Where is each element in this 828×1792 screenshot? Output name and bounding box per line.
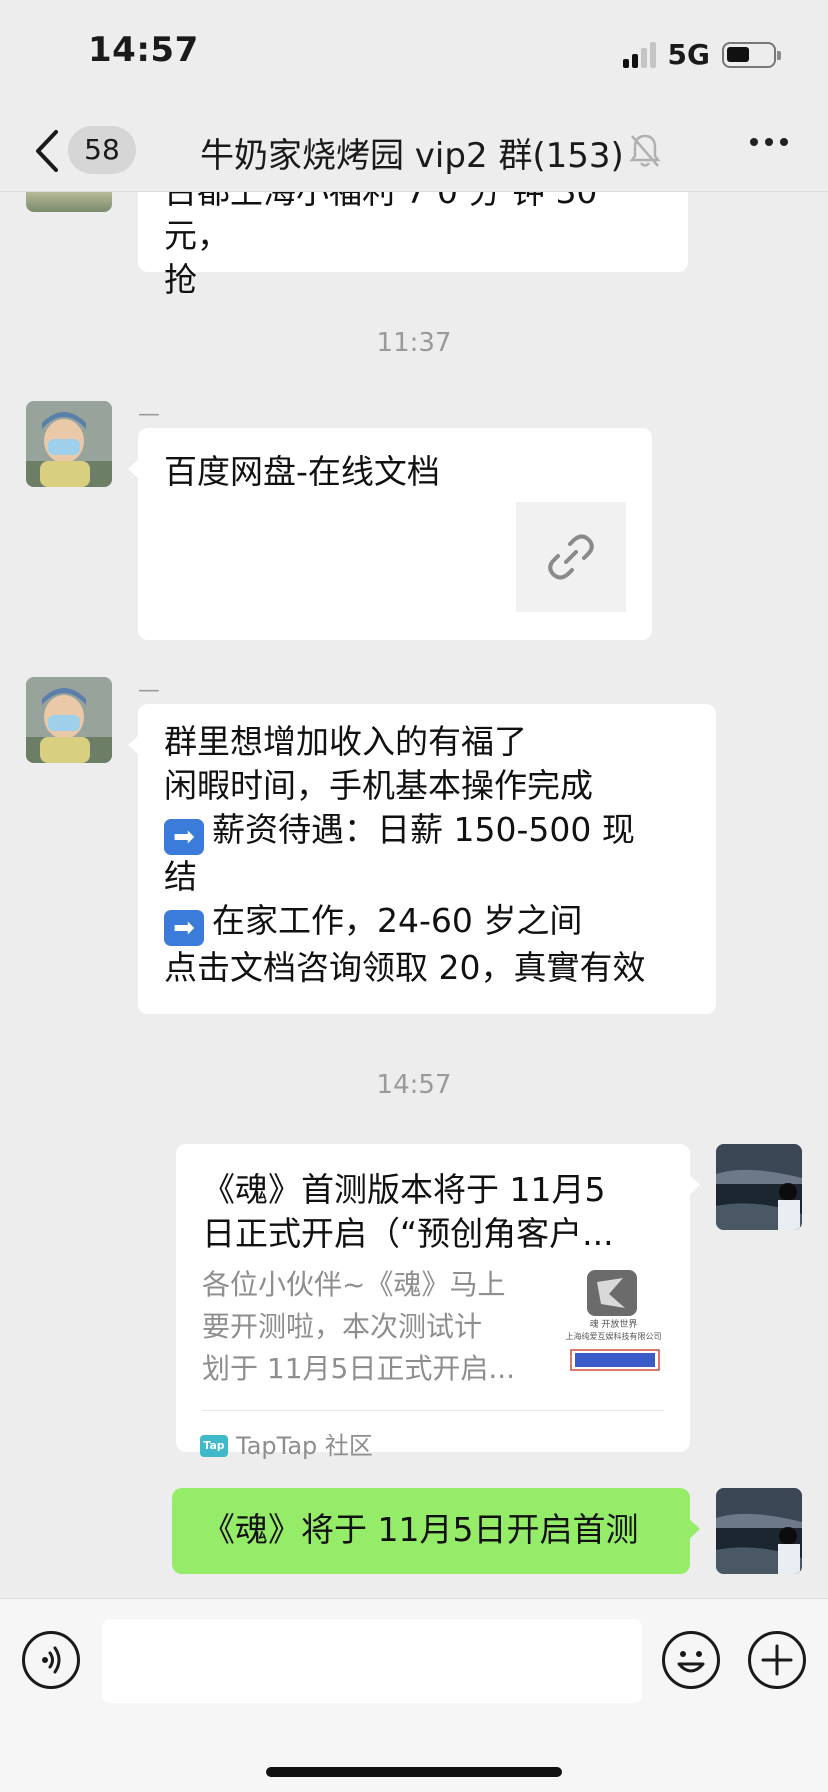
avatar-photo (26, 401, 112, 487)
message-text: 抢 (164, 260, 197, 299)
message-text: 古都上海小福利 7 0 分 钟 30元， (164, 192, 597, 255)
chat-title[interactable]: 牛奶家烧烤园 vip2 群(153) (200, 128, 624, 177)
card-image-caption: 魂 开放世界 (589, 1320, 638, 1330)
input-bar (0, 1598, 828, 1792)
status-indicators: 5G (622, 38, 781, 71)
message-line: 群里想增加收入的有福了 (164, 722, 527, 761)
card-description: 各位小伙伴~《魂》马上 要开测啦，本次测试计 划于 11月5日正式开启... (202, 1268, 516, 1385)
more-options-button[interactable] (750, 138, 788, 146)
status-bar: 14:57 5G (0, 0, 828, 110)
message-bubble[interactable]: 古都上海小福利 7 0 分 钟 30元， 抢 (138, 192, 688, 299)
emoji-button[interactable] (662, 1631, 720, 1689)
my-avatar[interactable] (716, 1488, 802, 1574)
card-image-company: 上海纯爱互娱科技有限公司 (565, 1332, 662, 1341)
status-time: 14:57 (88, 30, 199, 70)
back-icon[interactable] (32, 128, 62, 174)
message-line: 结 (164, 857, 197, 896)
message-text: 《魂》将于 11月5日开启首测 (202, 1510, 639, 1549)
unread-badge[interactable]: 58 (68, 126, 136, 174)
message-input[interactable] (102, 1619, 642, 1703)
emoji-icon (677, 1651, 705, 1673)
voice-button[interactable] (22, 1631, 80, 1689)
timestamp: 14:57 (376, 1070, 452, 1100)
card-title-line: 日正式开启（“预创角客户... (202, 1214, 614, 1253)
arrow-right-icon: ➡ (164, 910, 204, 946)
message-line: ➡ 在家工作，24-60 岁之间 (164, 899, 690, 946)
link-thumbnail (516, 502, 626, 612)
network-label: 5G (667, 38, 710, 71)
mute-bell-icon (629, 134, 661, 167)
self-message-bubble[interactable]: 《魂》将于 11月5日开启首测 (172, 1488, 700, 1574)
signal-icon (622, 41, 656, 68)
link-icon (548, 534, 594, 580)
link-title: 百度网盘-在线文档 (164, 452, 440, 491)
home-indicator[interactable] (266, 1767, 562, 1777)
chat-area[interactable]: 古都上海小福利 7 0 分 钟 30元， 抢 11:37 — 百度网盘-在线文档 (0, 192, 828, 1598)
taptap-logo-icon: Tap (200, 1435, 228, 1457)
card-title-line: 《魂》首测版本将于 11月5 (202, 1170, 606, 1209)
sender-name: — (138, 402, 160, 427)
timestamp: 11:37 (376, 328, 452, 358)
arrow-right-icon: ➡ (164, 819, 204, 855)
card-thumbnail: 魂 开放世界 上海纯爱互娱科技有限公司 (561, 1264, 666, 1379)
message-line: ➡ 薪资待遇：日薪 150-500 现 (164, 808, 690, 855)
voice-icon (42, 1646, 61, 1674)
link-message-bubble[interactable]: 百度网盘-在线文档 (128, 428, 652, 640)
avatar[interactable] (26, 677, 112, 763)
card-divider (202, 1410, 664, 1411)
avatar-photo (26, 677, 112, 763)
card-source-label: TapTap 社区 (236, 1432, 373, 1460)
message-bubble[interactable]: 群里想增加收入的有福了 闲暇时间，手机基本操作完成 ➡ 薪资待遇：日薪 150-5… (128, 704, 716, 1014)
link-card-bubble[interactable]: 《魂》首测版本将于 11月5 日正式开启（“预创角客户... 各位小伙伴~《魂》… (176, 1144, 700, 1460)
message-line: 点击文档咨询领取 20，真實有效 (164, 948, 646, 987)
sender-name: — (138, 678, 160, 703)
avatar-photo (716, 1144, 802, 1230)
battery-icon (722, 41, 781, 68)
message-line: 闲暇时间，手机基本操作完成 (164, 766, 593, 805)
avatar[interactable] (26, 192, 112, 212)
card-source: Tap TapTap 社区 (200, 1424, 373, 1468)
plus-button[interactable] (748, 1631, 806, 1689)
plus-icon (761, 1644, 793, 1676)
avatar[interactable] (26, 401, 112, 487)
my-avatar[interactable] (716, 1144, 802, 1230)
avatar-photo (716, 1488, 802, 1574)
nav-bar: 58 牛奶家烧烤园 vip2 群(153) (0, 110, 828, 192)
